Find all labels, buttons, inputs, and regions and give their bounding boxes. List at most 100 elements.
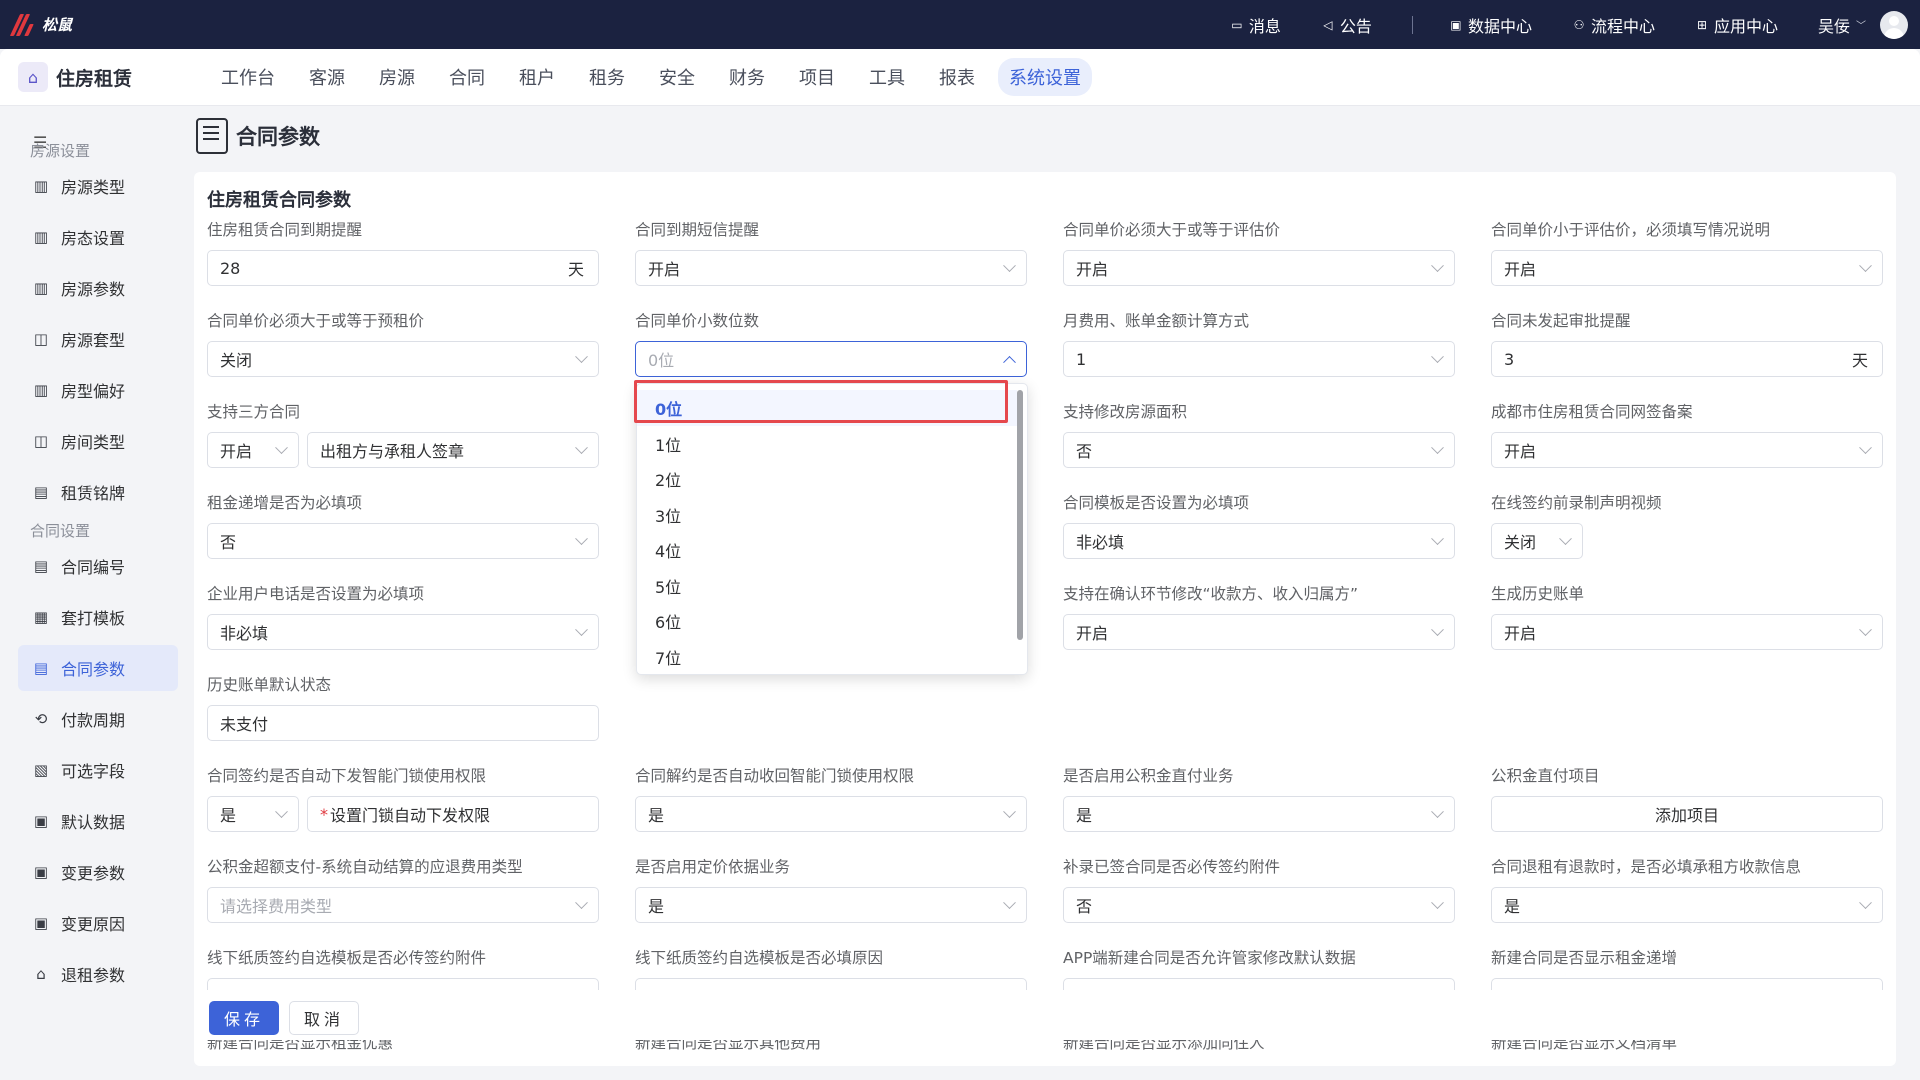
auto-issue-lock-select[interactable]: 是 — [207, 796, 299, 832]
brand[interactable]: ⌂ 住房租赁 — [18, 62, 208, 92]
sidebar-item-icon: ▦ — [33, 608, 49, 626]
nav-tabs: 工作台 客源 房源 合同 租户 租务 安全 财务 项目 工具 报表 系统设置 — [210, 58, 1104, 96]
sidebar-item[interactable]: ▧ 可选字段 — [18, 747, 178, 793]
auto-revoke-lock-select[interactable]: 是 — [635, 796, 1027, 832]
video-statement-select[interactable]: 关闭 — [1491, 523, 1583, 559]
field-label: 新建合同是否显示文档清单 — [1491, 1040, 1678, 1052]
dropdown-option[interactable]: 0位 — [637, 390, 1017, 426]
chevron-down-icon — [1431, 349, 1444, 363]
lock-permission-setting[interactable]: * 设置门锁自动下发权限 — [307, 796, 599, 832]
announcement-link[interactable]: ◁ 公告 — [1321, 13, 1372, 37]
sidebar-item[interactable]: ▣ 默认数据 — [18, 798, 178, 844]
below-appraisal-explanation-select[interactable]: 开启 — [1491, 250, 1883, 286]
sidebar-item-icon: ▣ — [33, 914, 49, 932]
nav-tab[interactable]: 报表 — [928, 58, 986, 96]
sidebar-item[interactable]: ⟲ 付款周期 — [18, 696, 178, 742]
chevron-down-icon — [1559, 531, 1572, 545]
data-center-link[interactable]: ▣ 数据中心 — [1449, 13, 1532, 37]
nav-tab[interactable]: 工作台 — [210, 58, 286, 96]
message-link[interactable]: ▭ 消息 — [1230, 13, 1281, 37]
tripartite-contract-select[interactable]: 开启 — [207, 432, 299, 468]
logo[interactable]: 松鼠 — [9, 13, 72, 36]
select-value: 开启 — [1504, 442, 1537, 461]
sidebar-item-icon: ▥ — [33, 381, 49, 399]
select-value: 是 — [1504, 897, 1521, 916]
input-value: 28 — [220, 258, 241, 278]
dropdown-option[interactable]: 5位 — [637, 568, 1017, 604]
nav-tab[interactable]: 合同 — [438, 58, 496, 96]
sidebar-item-icon: ⌂ — [36, 965, 46, 983]
sidebar-item[interactable]: ▤ 合同参数 — [18, 645, 178, 691]
chevron-down-icon — [575, 895, 588, 909]
sidebar: ☰ 房源设置 ▥ 房源类型 ▥ 房态设置 ▥ 房源参数 ◫ 房源套型 ▥ 房型偏好 ◫ 房间类型 ▤ 租赁铭… — [0, 106, 194, 1080]
cancel-button[interactable]: 取消 — [289, 1001, 359, 1035]
nav-tab[interactable]: 租户 — [508, 58, 566, 96]
dropdown-option[interactable]: 1位 — [637, 426, 1017, 462]
workflow-icon: ⚇ — [1573, 17, 1585, 32]
refund-payee-info-select[interactable]: 是 — [1491, 887, 1883, 923]
sidebar-item[interactable]: ▤ 租赁铭牌 — [18, 469, 178, 515]
price-vs-prerent-select[interactable]: 关闭 — [207, 341, 599, 377]
chevron-down-icon — [1431, 622, 1444, 636]
select-value: 关闭 — [1504, 533, 1537, 552]
price-vs-appraisal-select[interactable]: 开启 — [1063, 250, 1455, 286]
dropdown-option[interactable]: 7位 — [637, 639, 1017, 675]
workflow-center-link[interactable]: ⚇ 流程中心 — [1572, 13, 1655, 37]
sidebar-item[interactable]: ▦ 套打模板 — [18, 594, 178, 640]
modify-area-select[interactable]: 否 — [1063, 432, 1455, 468]
attachment-required-select[interactable]: 否 — [1063, 887, 1455, 923]
history-bill-status-input[interactable]: 未支付 — [207, 705, 599, 741]
dropdown-option[interactable]: 3位 — [637, 497, 1017, 533]
field-label: 线下纸质签约自选模板是否必传签约附件 — [207, 949, 487, 967]
nav-tab[interactable]: 客源 — [298, 58, 356, 96]
sidebar-item[interactable]: ⌂ 退租参数 — [18, 951, 178, 997]
sidebar-item[interactable]: ▥ 房源类型 — [18, 163, 178, 209]
nav-tab[interactable]: 项目 — [788, 58, 846, 96]
decimal-places-select[interactable]: 0位 — [635, 341, 1027, 377]
sms-reminder-select[interactable]: 开启 — [635, 250, 1027, 286]
select-value: 开启 — [648, 260, 681, 279]
refund-fee-type-select[interactable]: 请选择费用类型 — [207, 887, 599, 923]
sidebar-item[interactable]: ▣ 变更参数 — [18, 849, 178, 895]
field-label: 合同单价小数位数 — [635, 312, 760, 330]
avatar[interactable] — [1880, 10, 1908, 39]
generate-history-bills-select[interactable]: 开启 — [1491, 614, 1883, 650]
modify-payee-select[interactable]: 开启 — [1063, 614, 1455, 650]
pricing-basis-select[interactable]: 是 — [635, 887, 1027, 923]
rent-increase-required-select[interactable]: 否 — [207, 523, 599, 559]
dropdown-option[interactable]: 4位 — [637, 532, 1017, 568]
save-button[interactable]: 保存 — [209, 1001, 279, 1035]
nav-tab[interactable]: 财务 — [718, 58, 776, 96]
approval-reminder-days-input[interactable]: 3 天 — [1491, 341, 1883, 377]
sidebar-item[interactable]: ▣ 变更原因 — [18, 900, 178, 946]
dropdown-option[interactable]: 2位 — [637, 461, 1017, 497]
dropdown-scrollbar[interactable] — [1017, 390, 1023, 640]
calculation-method-select[interactable]: 1 — [1063, 341, 1455, 377]
dropdown-option[interactable]: 6位 — [637, 603, 1017, 639]
sidebar-item[interactable]: ▥ 房型偏好 — [18, 367, 178, 413]
housing-fund-direct-pay-select[interactable]: 是 — [1063, 796, 1455, 832]
expiry-reminder-days-input[interactable]: 28 天 — [207, 250, 599, 286]
input-suffix: 天 — [1851, 351, 1868, 370]
nav-tab[interactable]: 系统设置 — [998, 58, 1092, 96]
brand-name: 住房租赁 — [56, 67, 133, 90]
nav-tab[interactable]: 安全 — [648, 58, 706, 96]
sidebar-item[interactable]: ◫ 房源套型 — [18, 316, 178, 362]
select-value: 是 — [220, 806, 237, 825]
sidebar-item[interactable]: ▥ 房态设置 — [18, 214, 178, 260]
nav-tab[interactable]: 工具 — [858, 58, 916, 96]
sidebar-item[interactable]: ◫ 房间类型 — [18, 418, 178, 464]
enterprise-phone-required-select[interactable]: 非必填 — [207, 614, 599, 650]
sidebar-item[interactable]: ▥ 房源参数 — [18, 265, 178, 311]
nav-tab[interactable]: 租务 — [578, 58, 636, 96]
chengdu-filing-select[interactable]: 开启 — [1491, 432, 1883, 468]
nav-tab[interactable]: 房源 — [368, 58, 426, 96]
app-center-link[interactable]: ⊞ 应用中心 — [1695, 13, 1778, 37]
sidebar-item[interactable]: ▤ 合同编号 — [18, 543, 178, 589]
add-item-button[interactable]: 添加项目 — [1491, 796, 1883, 832]
template-required-select[interactable]: 非必填 — [1063, 523, 1455, 559]
settings-panel: 住房租赁合同参数 住房租赁合同到期提醒 28 天 合同到期短信提醒 开启 合同单… — [194, 172, 1896, 1066]
signatory-select[interactable]: 出租方与承租人签章 — [307, 432, 599, 468]
chevron-down-icon[interactable]: ﹀ — [1856, 17, 1866, 32]
user-name[interactable]: 吴佞 — [1818, 13, 1850, 37]
